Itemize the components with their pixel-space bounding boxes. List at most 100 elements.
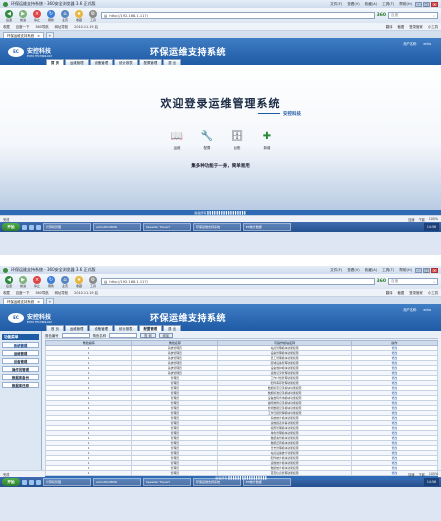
taskbar-item[interactable]: Speeder Tracert [143, 478, 191, 486]
quick-launch-icon[interactable] [22, 224, 27, 230]
clock[interactable]: 14:56 [427, 225, 436, 229]
stop-button[interactable]: × 停止 [31, 275, 43, 288]
role-name-input[interactable] [109, 333, 138, 338]
menu-help[interactable]: 帮助(H) [399, 2, 412, 7]
sidebar-item-backup[interactable]: 数据库备份 [2, 374, 39, 380]
sidebar-item-operations[interactable]: 运维管理 [2, 350, 39, 356]
quick-link-add[interactable]: ✚ 新增 [260, 129, 274, 151]
widgets-button[interactable]: 小工具 [428, 290, 438, 295]
favorites-item[interactable]: 百度一下 [16, 24, 30, 29]
sidebar-item-restore[interactable]: 数据库还原 [2, 382, 39, 388]
zoom-level[interactable]: 100% [429, 217, 438, 222]
accelerate-button[interactable]: 加速 [408, 472, 414, 477]
search-box[interactable]: 百度 ⌕ [388, 12, 438, 19]
menu-favorites[interactable]: 收藏(A) [365, 268, 377, 273]
tab-close-icon[interactable]: × [37, 34, 40, 38]
screenshot-button[interactable]: 截图 [397, 290, 404, 295]
menu-help[interactable]: 帮助(H) [399, 268, 412, 273]
sidebar-item-devices[interactable]: 设备管理 [2, 358, 39, 364]
quick-link-ledger[interactable]: 🗄 台账 [230, 129, 244, 151]
back-button[interactable]: ◀ 后退 [3, 275, 15, 288]
close-button[interactable]: × [431, 267, 438, 273]
tools-button[interactable]: ⚙ 工具 [87, 275, 99, 288]
download-button[interactable]: 下载 [419, 217, 425, 222]
favorites-item[interactable]: 网址导航 [55, 290, 69, 295]
menu-file[interactable]: 文件(F) [330, 2, 342, 7]
favorites-button[interactable]: ★ 收藏 [73, 275, 85, 288]
add-button[interactable]: 添加 [158, 333, 173, 338]
minimize-button[interactable]: – [415, 267, 422, 273]
close-button[interactable]: × [431, 1, 438, 7]
refresh-button[interactable]: ↻ 刷新 [45, 275, 57, 288]
clock[interactable]: 14:56 [427, 480, 436, 484]
screenshot-button[interactable]: 截图 [397, 24, 404, 29]
maximize-button[interactable]: □ [423, 1, 430, 7]
query-button[interactable]: 查 询 [140, 333, 156, 338]
accelerate-button[interactable]: 加速 [408, 217, 414, 222]
quick-launch-icon[interactable] [22, 479, 27, 485]
address-bar[interactable]: ▤ http://192.168.1.117/ [101, 278, 375, 285]
quick-launch-icon[interactable] [36, 224, 41, 230]
nav-reports[interactable]: 统计报表 [113, 325, 138, 331]
quick-launch-icon[interactable] [36, 479, 41, 485]
login-manager-button[interactable]: 登录管家 [409, 24, 423, 29]
menu-favorites[interactable]: 收藏(A) [365, 2, 377, 7]
favorites-item[interactable]: 百度一下 [16, 290, 30, 295]
translate-button[interactable]: 翻译 [386, 24, 393, 29]
nav-home[interactable]: 首 页 [46, 325, 64, 331]
quick-link-config[interactable]: 🔧 配置 [200, 129, 214, 151]
back-button[interactable]: ◀ 后退 [3, 9, 15, 22]
refresh-button[interactable]: ↻ 刷新 [45, 9, 57, 22]
taskbar-item[interactable]: 计算机管理 [43, 223, 91, 231]
taskbar-item[interactable]: echo2010Mdb [93, 223, 141, 231]
quick-launch-icon[interactable] [29, 479, 34, 485]
sidebar-item-system[interactable]: 系统管理 [2, 342, 39, 348]
brand-360-icon[interactable]: 360 [377, 279, 386, 284]
menu-view[interactable]: 查看(V) [347, 268, 359, 273]
taskbar-item[interactable]: EP统计数据 [243, 223, 291, 231]
taskbar-item[interactable]: echo2010Mdb [93, 478, 141, 486]
menu-tools[interactable]: 工具(T) [382, 268, 394, 273]
taskbar-item[interactable]: 环保运维支持系统 [193, 223, 241, 231]
taskbar-item[interactable]: Speeder Tracert [143, 223, 191, 231]
stop-button[interactable]: × 停止 [31, 9, 43, 22]
quick-launch-icon[interactable] [29, 224, 34, 230]
favorites-button[interactable]: ★ 收藏 [73, 9, 85, 22]
menu-view[interactable]: 查看(V) [347, 2, 359, 7]
brand-360-icon[interactable]: 360 [377, 13, 386, 18]
nav-operations[interactable]: 运维管理 [64, 325, 89, 331]
taskbar-item[interactable]: 环保运维支持系统 [193, 478, 241, 486]
sidebar-item-operators[interactable]: 操作员管理 [2, 366, 39, 372]
role-code-input[interactable] [61, 333, 90, 338]
forward-button[interactable]: ▶ 前进 [17, 9, 29, 22]
translate-button[interactable]: 翻译 [386, 290, 393, 295]
start-button[interactable]: 开始 [2, 223, 20, 231]
favorites-item[interactable]: 2010.11.19 后 [74, 290, 98, 295]
taskbar-item[interactable]: 计算机管理 [43, 478, 91, 486]
home-button[interactable]: ⌂ 主页 [59, 275, 71, 288]
search-icon[interactable]: ⌕ [433, 14, 435, 18]
home-button[interactable]: ⌂ 主页 [59, 9, 71, 22]
favorites-item[interactable]: 网址导航 [55, 24, 69, 29]
download-button[interactable]: 下载 [419, 472, 425, 477]
maximize-button[interactable]: □ [423, 267, 430, 273]
favorites-item[interactable]: 收藏 [3, 290, 10, 295]
forward-button[interactable]: ▶ 前进 [17, 275, 29, 288]
favorites-item[interactable]: 360导航 [35, 24, 48, 29]
quick-link-operations[interactable]: 📖 运维 [170, 129, 184, 151]
menu-file[interactable]: 文件(F) [330, 268, 342, 273]
favorites-item[interactable]: 收藏 [3, 24, 10, 29]
minimize-button[interactable]: – [415, 1, 422, 7]
search-icon[interactable]: ⌕ [433, 280, 435, 284]
start-button[interactable]: 开始 [2, 478, 20, 486]
tools-button[interactable]: ⚙ 工具 [87, 9, 99, 22]
search-box[interactable]: 百度 ⌕ [388, 278, 438, 285]
nav-logout[interactable]: 退 出 [163, 325, 181, 331]
nav-config[interactable]: 配置管理 [138, 325, 163, 331]
nav-devices[interactable]: 设备管理 [89, 325, 113, 331]
menu-tools[interactable]: 工具(T) [382, 2, 394, 7]
zoom-level[interactable]: 100% [429, 472, 438, 477]
taskbar-item[interactable]: EP统计数据 [243, 478, 291, 486]
tab-close-icon[interactable]: × [37, 300, 40, 304]
favorites-item[interactable]: 360导航 [35, 290, 48, 295]
